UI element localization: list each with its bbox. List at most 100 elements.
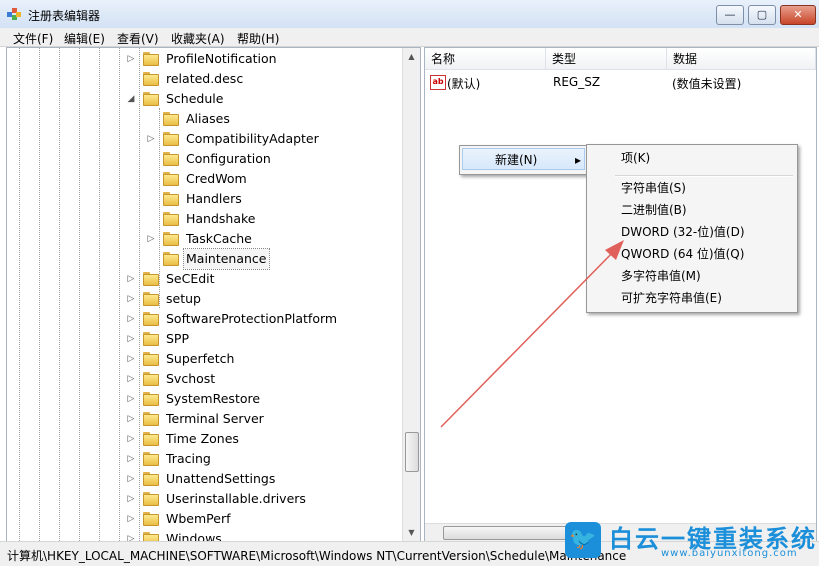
menu-item-string-value[interactable]: 字符串值(S) xyxy=(621,177,686,199)
submenu-arrow-icon: ▸ xyxy=(575,153,582,167)
tree-node-label: related.desc xyxy=(166,71,244,86)
folder-icon xyxy=(143,492,159,506)
tree-expander-icon[interactable]: ▷ xyxy=(125,49,137,69)
registry-tree[interactable]: ▷ ProfileNotification related.desc ◢ Schedul… xyxy=(6,47,421,542)
tree-expander-icon[interactable]: ▷ xyxy=(125,509,137,529)
tree-guide-line xyxy=(79,48,80,541)
menu-item-key[interactable]: 项(K) xyxy=(621,147,650,169)
folder-icon xyxy=(163,252,179,266)
tree-node-label: CredWom xyxy=(186,171,247,186)
tree-node-label: Svchost xyxy=(166,371,216,386)
tree-node-label: Superfetch xyxy=(166,351,235,366)
tree-guide-line xyxy=(119,48,120,541)
menu-view[interactable]: 查看(V) xyxy=(117,30,159,47)
tree-node-label: Tracing xyxy=(166,451,211,466)
minimize-button[interactable]: — xyxy=(716,5,744,25)
status-path: 计算机\HKEY_LOCAL_MACHINE\SOFTWARE\Microsof… xyxy=(7,549,627,563)
folder-icon xyxy=(163,112,179,126)
folder-icon xyxy=(163,232,179,246)
tree-expander-icon[interactable]: ▷ xyxy=(125,449,137,469)
tree-expander-icon[interactable]: ▷ xyxy=(125,269,137,289)
tree-expander-icon[interactable]: ▷ xyxy=(125,429,137,449)
folder-icon xyxy=(143,372,159,386)
menu-file[interactable]: 文件(F) xyxy=(13,30,53,47)
folder-icon xyxy=(143,352,159,366)
folder-icon xyxy=(143,52,159,66)
tree-guide-line xyxy=(59,48,60,541)
tree-node-label: Handshake xyxy=(186,211,256,226)
menu-item-new[interactable]: 新建(N) ▸ xyxy=(462,148,585,170)
menu-item-multi-string-value[interactable]: 多字符串值(M) xyxy=(621,265,701,287)
menu-item-dword-value[interactable]: DWORD (32-位)值(D) xyxy=(621,221,745,243)
tree-node-label: Userinstallable.drivers xyxy=(166,491,306,506)
tree-expander-icon[interactable]: ◢ xyxy=(125,89,137,109)
folder-icon xyxy=(143,412,159,426)
tree-expander-icon[interactable]: ▷ xyxy=(125,289,137,309)
tree-node-label: CompatibilityAdapter xyxy=(186,131,319,146)
folder-icon xyxy=(143,392,159,406)
value-name[interactable]: (默认) xyxy=(447,75,480,92)
scroll-down-arrow-icon[interactable]: ▼ xyxy=(403,524,420,541)
folder-icon xyxy=(143,452,159,466)
tree-expander-icon[interactable]: ▷ xyxy=(125,389,137,409)
folder-icon xyxy=(143,512,159,526)
folder-icon xyxy=(143,472,159,486)
tree-node-label: ProfileNotification xyxy=(166,51,277,66)
tree-guide-line xyxy=(19,48,20,541)
menu-help[interactable]: 帮助(H) xyxy=(237,30,279,47)
folder-icon xyxy=(163,152,179,166)
folder-icon xyxy=(143,332,159,346)
column-header-data[interactable]: 数据 xyxy=(667,48,816,70)
context-menu: 新建(N) ▸ xyxy=(459,145,589,175)
tree-expander-icon[interactable]: ▷ xyxy=(125,329,137,349)
tree-node-label: setup xyxy=(166,291,201,306)
tree-node-label: TaskCache xyxy=(186,231,252,246)
value-type: REG_SZ xyxy=(553,75,601,89)
folder-icon xyxy=(143,72,159,86)
folder-icon xyxy=(143,272,159,286)
menu-edit[interactable]: 编辑(E) xyxy=(64,30,105,47)
tree-node-label: SeCEdit xyxy=(166,271,215,286)
menu-bar: 文件(F) 编辑(E) 查看(V) 收藏夹(A) 帮助(H) xyxy=(0,28,819,47)
tree-expander-icon[interactable]: ▷ xyxy=(125,349,137,369)
menu-favorites[interactable]: 收藏夹(A) xyxy=(171,30,225,47)
string-value-icon: ab xyxy=(430,75,446,90)
tree-guide-line xyxy=(39,48,40,541)
tree-expander-icon[interactable]: ▷ xyxy=(145,129,157,149)
tree-node-label: Configuration xyxy=(186,151,271,166)
tree-node-label: Time Zones xyxy=(166,431,239,446)
tree-vertical-scrollbar[interactable]: ▲ ▼ xyxy=(402,48,420,541)
window-title: 注册表编辑器 xyxy=(28,9,101,23)
menu-item-qword-value[interactable]: QWORD (64 位)值(Q) xyxy=(621,243,744,265)
tree-guide-line xyxy=(159,108,160,308)
tree-expander-icon[interactable]: ▷ xyxy=(125,369,137,389)
tree-node-label: Handlers xyxy=(186,191,242,206)
scroll-up-arrow-icon[interactable]: ▲ xyxy=(403,48,420,65)
tree-guide-line xyxy=(139,48,140,541)
bird-logo-icon: 🐦 xyxy=(565,522,601,558)
tree-node-label: Schedule xyxy=(166,91,224,106)
folder-icon xyxy=(143,92,159,106)
tree-expander-icon[interactable]: ▷ xyxy=(145,229,157,249)
menu-item-binary-value[interactable]: 二进制值(B) xyxy=(621,199,687,221)
tree-node-label: SystemRestore xyxy=(166,391,261,406)
menu-item-new-label: 新建(N) xyxy=(495,153,538,167)
column-header-type[interactable]: 类型 xyxy=(546,48,667,70)
tree-expander-icon[interactable]: ▷ xyxy=(125,309,137,329)
close-button[interactable]: ✕ xyxy=(780,5,816,25)
menu-item-expandable-string-value[interactable]: 可扩充字符串值(E) xyxy=(621,287,722,309)
folder-icon xyxy=(143,292,159,306)
tree-expander-icon[interactable]: ▷ xyxy=(125,469,137,489)
column-header-name[interactable]: 名称 xyxy=(425,48,546,70)
maximize-button[interactable]: ▢ xyxy=(748,5,776,25)
folder-icon xyxy=(163,172,179,186)
folder-icon xyxy=(163,132,179,146)
tree-node-label: SoftwareProtectionPlatform xyxy=(166,311,338,326)
tree-expander-icon[interactable]: ▷ xyxy=(125,489,137,509)
watermark-logo: 🐦 白云一键重装系统 www.baiyunxitong.com xyxy=(565,519,819,565)
scroll-thumb[interactable] xyxy=(405,432,419,472)
tree-node-label: Terminal Server xyxy=(166,411,264,426)
tree-expander-icon[interactable]: ▷ xyxy=(125,409,137,429)
folder-icon xyxy=(163,212,179,226)
tree-node-label: SPP xyxy=(166,331,190,346)
